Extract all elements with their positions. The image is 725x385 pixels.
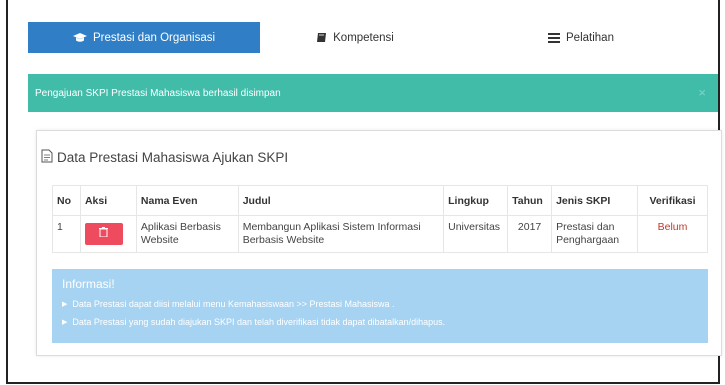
cell-aksi bbox=[79, 215, 137, 253]
book-icon bbox=[316, 32, 327, 43]
success-alert: Pengajuan SKPI Prestasi Mahasiswa berhas… bbox=[28, 74, 718, 112]
column-header: Tahun bbox=[507, 185, 553, 216]
chevron-right-icon: ▶ bbox=[62, 301, 68, 308]
close-icon[interactable]: × bbox=[698, 85, 706, 100]
info-box: Informasi! ▶ Data Prestasi dapat diisi m… bbox=[52, 269, 708, 343]
tab-bar: Prestasi dan Organisasi Kompetensi Pelat… bbox=[28, 22, 718, 53]
info-item-text: Data Prestasi dapat diisi melalui menu K… bbox=[72, 299, 395, 309]
tab-prestasi-organisasi[interactable]: Prestasi dan Organisasi bbox=[28, 22, 260, 53]
delete-button[interactable] bbox=[84, 223, 123, 245]
tab-label: Prestasi dan Organisasi bbox=[92, 31, 216, 44]
prestasi-table: No Aksi Nama Even Judul Lingkup Tahun Je… bbox=[52, 185, 708, 253]
column-header: Aksi bbox=[79, 185, 137, 216]
trash-icon bbox=[99, 227, 109, 241]
tab-label: Pelatihan bbox=[566, 31, 614, 44]
list-icon bbox=[548, 32, 561, 43]
cell-verifikasi: Belum bbox=[637, 215, 708, 253]
prestasi-panel: Data Prestasi Mahasiswa Ajukan SKPI No A… bbox=[36, 130, 722, 356]
info-item-text: Data Prestasi yang sudah diajukan SKPI d… bbox=[72, 317, 446, 327]
tab-label: Kompetensi bbox=[333, 31, 394, 44]
cell-lingkup: Universitas bbox=[443, 215, 509, 253]
tab-kompetensi[interactable]: Kompetensi bbox=[260, 22, 450, 53]
column-header: Nama Even bbox=[135, 185, 239, 216]
info-item: ▶ Data Prestasi yang sudah diajukan SKPI… bbox=[62, 317, 698, 327]
column-header: No bbox=[52, 185, 81, 216]
chevron-right-icon: ▶ bbox=[62, 319, 68, 326]
panel-title-text: Data Prestasi Mahasiswa Ajukan SKPI bbox=[57, 150, 289, 165]
graduation-cap-icon bbox=[72, 32, 87, 43]
info-item: ▶ Data Prestasi dapat diisi melalui menu… bbox=[62, 299, 698, 309]
table-row: 1 Aplikasi Berbasis Website Membangun Ap… bbox=[52, 215, 708, 253]
panel-title: Data Prestasi Mahasiswa Ajukan SKPI bbox=[41, 149, 288, 166]
cell-nama-even: Aplikasi Berbasis Website bbox=[135, 215, 239, 253]
tab-pelatihan[interactable]: Pelatihan bbox=[450, 22, 712, 53]
cell-judul: Membangun Aplikasi Sistem Informasi Berb… bbox=[237, 215, 445, 253]
info-title: Informasi! bbox=[62, 277, 115, 291]
document-icon bbox=[41, 149, 57, 166]
cell-jenis-skpi: Prestasi dan Penghargaan bbox=[551, 215, 639, 253]
table-header-row: No Aksi Nama Even Judul Lingkup Tahun Je… bbox=[52, 185, 708, 216]
alert-message: Pengajuan SKPI Prestasi Mahasiswa berhas… bbox=[35, 87, 281, 99]
column-header: Lingkup bbox=[443, 185, 509, 216]
cell-no: 1 bbox=[52, 215, 81, 253]
column-header: Jenis SKPI bbox=[551, 185, 639, 216]
column-header: Judul bbox=[237, 185, 445, 216]
column-header: Verifikasi bbox=[637, 185, 708, 216]
cell-tahun: 2017 bbox=[507, 215, 553, 253]
page-frame: Prestasi dan Organisasi Kompetensi Pelat… bbox=[6, 0, 722, 384]
